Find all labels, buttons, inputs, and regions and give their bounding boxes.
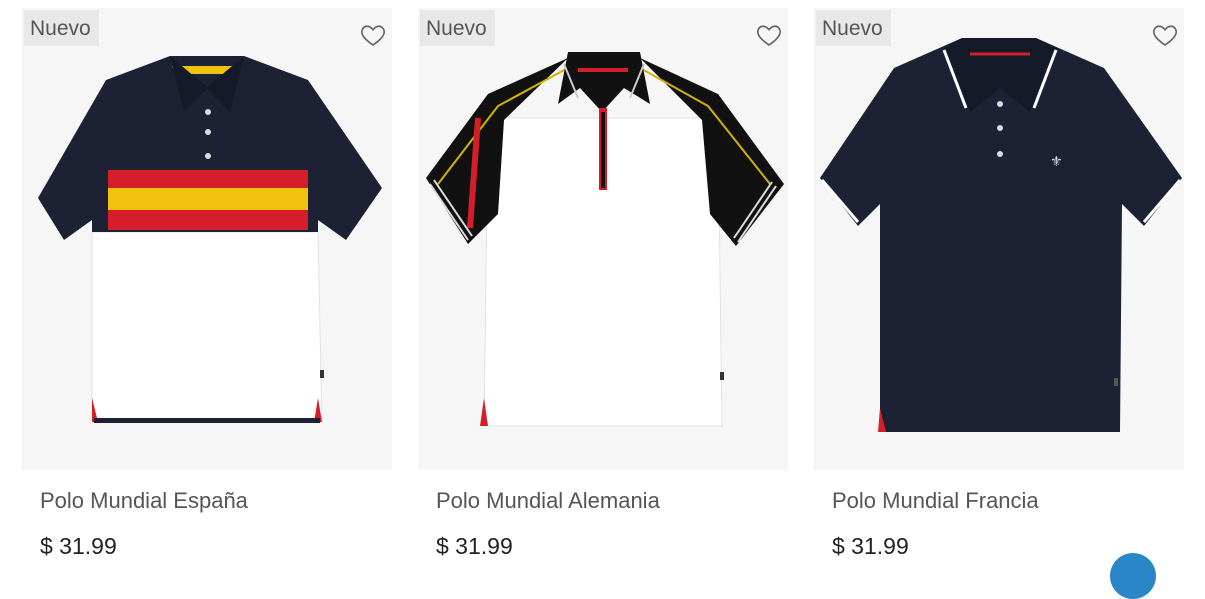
product-name[interactable]: Polo Mundial Francia	[832, 487, 1039, 515]
product-image[interactable]: Nuevo ⚜	[814, 8, 1184, 470]
product-price: $ 31.99	[436, 533, 513, 559]
product-name[interactable]: Polo Mundial España	[40, 487, 248, 515]
heart-icon[interactable]	[752, 18, 786, 52]
product-name[interactable]: Polo Mundial Alemania	[436, 487, 660, 515]
product-image[interactable]: Nuevo	[22, 8, 392, 470]
new-badge: Nuevo	[24, 10, 99, 46]
heart-icon[interactable]	[1148, 18, 1182, 52]
heart-icon[interactable]	[356, 18, 390, 52]
germany-polo-shirt	[426, 52, 784, 427]
product-price: $ 31.99	[40, 533, 117, 559]
product-card[interactable]: Nuevo	[418, 0, 788, 560]
product-card[interactable]: Nuevo	[22, 0, 392, 560]
product-grid: Nuevo Polo Mundial España $ 31.99 Nuevo …	[0, 0, 1205, 560]
spain-polo-shirt	[38, 56, 382, 423]
france-polo-shirt: ⚜	[820, 38, 1182, 432]
new-badge: Nuevo	[816, 10, 891, 46]
product-image[interactable]: Nuevo	[418, 8, 788, 470]
new-badge: Nuevo	[420, 10, 495, 46]
product-price: $ 31.99	[832, 533, 909, 559]
product-card[interactable]: Nuevo ⚜ Polo Mundial Francia $ 31.99	[814, 0, 1184, 560]
svg-text:⚜: ⚜	[1050, 154, 1063, 170]
